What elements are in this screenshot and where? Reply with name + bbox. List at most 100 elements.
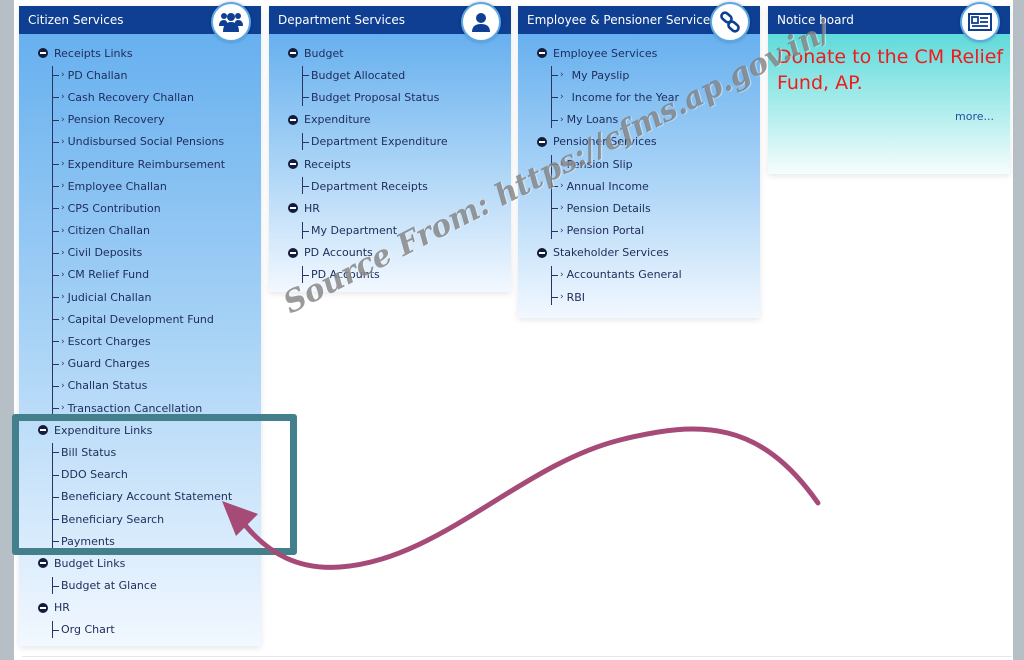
link-item[interactable]: › Capital Development Fund bbox=[52, 308, 261, 330]
link-label: Pension Recovery bbox=[67, 113, 165, 127]
collapse-icon[interactable] bbox=[38, 425, 48, 436]
notice-board-card: Notice board Donate to the CM Relief Fun… bbox=[768, 2, 1010, 174]
link-item[interactable]: › Civil Deposits bbox=[52, 242, 261, 264]
link-label: Budget at Glance bbox=[61, 579, 157, 593]
collapse-icon[interactable] bbox=[288, 247, 298, 258]
group-label: Receipts bbox=[304, 157, 351, 171]
collapse-icon[interactable] bbox=[288, 48, 298, 59]
link-label: Pension Slip bbox=[566, 157, 633, 171]
collapse-icon[interactable] bbox=[38, 602, 48, 613]
collapse-icon[interactable] bbox=[537, 48, 547, 59]
link-item[interactable]: › Escort Charges bbox=[52, 330, 261, 352]
chevron-right-icon: › bbox=[61, 203, 65, 214]
link-item[interactable]: › Employee Challan bbox=[52, 175, 261, 197]
group-items: Department Receipts bbox=[302, 175, 511, 197]
group-items: › Accountants General › RBI bbox=[551, 264, 760, 308]
collapse-icon[interactable] bbox=[38, 48, 48, 59]
link-item[interactable]: Org Chart bbox=[52, 619, 261, 641]
group-title[interactable]: HR bbox=[19, 597, 261, 619]
link-item[interactable]: › Challan Status bbox=[52, 375, 261, 397]
collapse-icon[interactable] bbox=[288, 114, 298, 125]
link-item[interactable]: › Judicial Challan bbox=[52, 286, 261, 308]
group-title[interactable]: Receipts bbox=[269, 153, 511, 175]
chevron-right-icon: › bbox=[560, 159, 564, 170]
collapse-icon[interactable] bbox=[537, 136, 547, 147]
card-header: Employee & Pensioner Services bbox=[518, 2, 760, 42]
group-title[interactable]: Budget Links bbox=[19, 552, 261, 574]
link-label: PD Challan bbox=[67, 68, 128, 82]
link-item[interactable]: › My Loans bbox=[551, 109, 760, 131]
group-title[interactable]: HR bbox=[269, 197, 511, 219]
group-title[interactable]: Budget bbox=[269, 42, 511, 64]
group-items: Budget at Glance bbox=[52, 575, 261, 597]
group-label: Expenditure bbox=[304, 113, 371, 127]
chevron-right-icon: › bbox=[61, 380, 65, 391]
link-item[interactable]: Department Expenditure bbox=[302, 131, 511, 153]
link-item[interactable]: › Cash Recovery Challan bbox=[52, 86, 261, 108]
link-item[interactable]: › Income for the Year bbox=[551, 86, 760, 108]
link-item[interactable]: › Pension Portal bbox=[551, 220, 760, 242]
chevron-right-icon: › bbox=[61, 92, 65, 103]
group-title[interactable]: PD Accounts bbox=[269, 242, 511, 264]
group-label: Budget Links bbox=[54, 556, 126, 570]
more-link[interactable]: more... bbox=[955, 110, 994, 123]
link-item[interactable]: › Transaction Cancellation bbox=[52, 397, 261, 419]
group-title[interactable]: Receipts Links bbox=[19, 42, 261, 64]
link-item[interactable]: › Undisbursed Social Pensions bbox=[52, 131, 261, 153]
chevron-right-icon: › bbox=[560, 203, 564, 214]
link-item[interactable]: PD Accounts bbox=[302, 264, 511, 286]
link-label: Citizen Challan bbox=[67, 224, 150, 238]
link-label: Bill Status bbox=[61, 445, 117, 459]
collapse-icon[interactable] bbox=[38, 558, 48, 569]
group-title[interactable]: Employee Services bbox=[518, 42, 760, 64]
link-item[interactable]: › RBI bbox=[551, 286, 760, 308]
link-item[interactable]: › Guard Charges bbox=[52, 353, 261, 375]
card-header: Citizen Services bbox=[19, 2, 261, 42]
employee-pensioner-services-links: Employee Services › My Payslip › Income for … bbox=[518, 34, 760, 318]
link-label: Employee Challan bbox=[67, 179, 167, 193]
link-item[interactable]: Budget Proposal Status bbox=[302, 86, 511, 108]
link-item[interactable]: › Accountants General bbox=[551, 264, 760, 286]
link-label: My Department bbox=[311, 224, 398, 238]
link-item[interactable]: Budget Allocated bbox=[302, 64, 511, 86]
link-item[interactable]: Payments bbox=[52, 530, 261, 552]
collapse-icon[interactable] bbox=[288, 159, 298, 170]
link-item[interactable]: Beneficiary Account Statement bbox=[52, 486, 261, 508]
group-items: Bill Status DDO Search Beneficiary Account… bbox=[52, 441, 261, 552]
link-item[interactable]: › My Payslip bbox=[551, 64, 760, 86]
collapse-icon[interactable] bbox=[288, 203, 298, 214]
link-item[interactable]: My Department bbox=[302, 220, 511, 242]
chevron-right-icon: › bbox=[61, 314, 65, 325]
link-item[interactable]: › CM Relief Fund bbox=[52, 264, 261, 286]
card-title: Notice board bbox=[777, 13, 854, 27]
group-title[interactable]: Stakeholder Services bbox=[518, 242, 760, 264]
card-title: Employee & Pensioner Services bbox=[527, 13, 717, 27]
group-title[interactable]: Expenditure Links bbox=[19, 419, 261, 441]
link-item[interactable]: › PD Challan bbox=[52, 64, 261, 86]
link-item[interactable]: › Annual Income bbox=[551, 175, 760, 197]
chevron-right-icon: › bbox=[560, 292, 564, 303]
link-item[interactable]: Bill Status bbox=[52, 441, 261, 463]
link-label: PD Accounts bbox=[311, 268, 380, 282]
link-item[interactable]: › Pension Details bbox=[551, 197, 760, 219]
divider bbox=[22, 656, 1012, 657]
link-label: Cash Recovery Challan bbox=[67, 90, 194, 104]
link-item[interactable]: Department Receipts bbox=[302, 175, 511, 197]
link-item[interactable]: › Citizen Challan bbox=[52, 220, 261, 242]
link-item[interactable]: Budget at Glance bbox=[52, 575, 261, 597]
link-item[interactable]: DDO Search bbox=[52, 464, 261, 486]
link-item[interactable]: › CPS Contribution bbox=[52, 197, 261, 219]
link-item[interactable]: › Pension Recovery bbox=[52, 109, 261, 131]
link-item[interactable]: Beneficiary Search bbox=[52, 508, 261, 530]
newspaper-icon bbox=[960, 2, 1000, 42]
notice-message[interactable]: Donate to the CM Relief Fund, AP. bbox=[768, 34, 1010, 96]
group-label: Expenditure Links bbox=[54, 423, 153, 437]
group-title[interactable]: Expenditure bbox=[269, 109, 511, 131]
collapse-icon[interactable] bbox=[537, 247, 547, 258]
group-title[interactable]: Pensioner Services bbox=[518, 131, 760, 153]
link-item[interactable]: › Expenditure Reimbursement bbox=[52, 153, 261, 175]
card-title: Citizen Services bbox=[28, 13, 124, 27]
chevron-right-icon: › bbox=[61, 159, 65, 170]
link-item[interactable]: › Pension Slip bbox=[551, 153, 760, 175]
link-label: My Payslip bbox=[571, 68, 630, 82]
